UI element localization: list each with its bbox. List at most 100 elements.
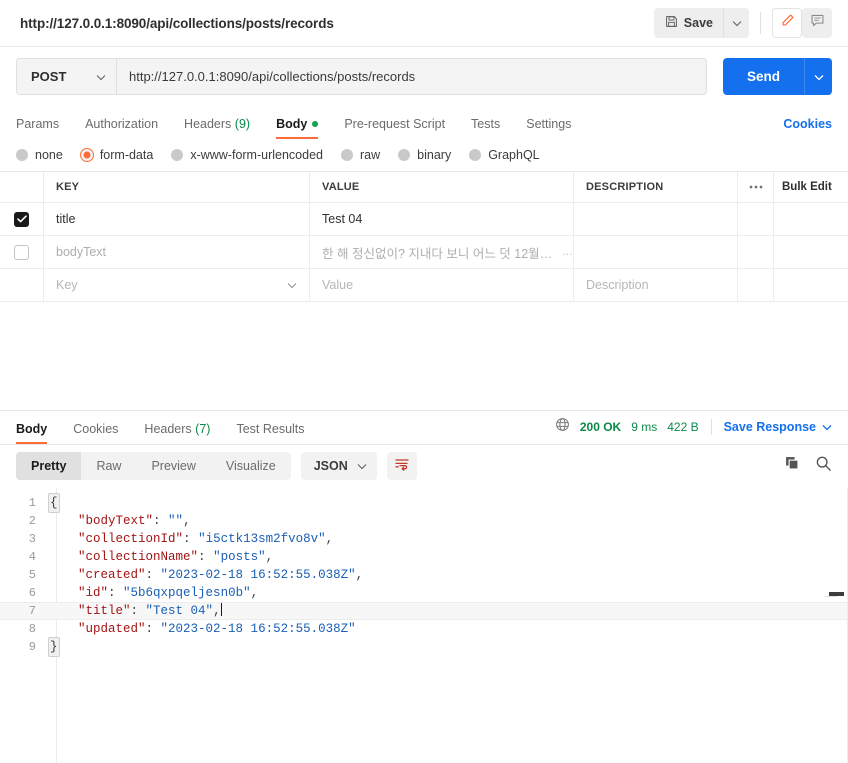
- view-mode-pretty[interactable]: Pretty: [16, 452, 82, 480]
- response-format-select[interactable]: JSON: [300, 452, 377, 480]
- postman-window: http://127.0.0.1:8090/api/collections/po…: [0, 0, 848, 763]
- new-row-spacer: [738, 269, 774, 301]
- body-type-x-www-form-urlencoded[interactable]: x-www-form-urlencoded: [171, 148, 323, 162]
- body-type-none-label: none: [35, 148, 63, 162]
- tab-params[interactable]: Params: [16, 117, 59, 139]
- response-meta: 200 OK 9 ms 422 B Save Response: [555, 417, 832, 444]
- json-key: "bodyText": [78, 513, 154, 528]
- new-row-key-input[interactable]: Key: [44, 269, 310, 301]
- radio-icon: [469, 149, 482, 161]
- url-input[interactable]: http://127.0.0.1:8090/api/collections/po…: [116, 58, 707, 95]
- save-button-label: Save: [683, 16, 713, 30]
- http-method-label: POST: [31, 69, 67, 84]
- json-comma: ,: [265, 549, 274, 564]
- json-value: "": [168, 513, 184, 528]
- code-line-highlighted: 7 "title": "Test 04",: [0, 601, 848, 620]
- http-method-select[interactable]: POST: [16, 58, 116, 95]
- tab-settings[interactable]: Settings: [526, 117, 571, 139]
- response-tab-headers[interactable]: Headers (7): [144, 422, 210, 444]
- tab-authorization[interactable]: Authorization: [85, 117, 158, 139]
- send-button[interactable]: Send: [722, 58, 804, 95]
- row-key-bodytext[interactable]: bodyText: [44, 236, 310, 268]
- row-checkbox-title[interactable]: [0, 203, 44, 235]
- tab-pre-request-script[interactable]: Pre-request Script: [344, 117, 445, 139]
- column-header-description: DESCRIPTION: [574, 172, 738, 202]
- tab-headers-label: Headers: [184, 117, 232, 131]
- json-value: "2023-02-18 16:52:55.038Z": [160, 621, 356, 636]
- response-tab-test-results[interactable]: Test Results: [236, 422, 304, 444]
- body-type-none[interactable]: none: [16, 148, 63, 162]
- checkbox-unchecked-icon: [14, 244, 29, 260]
- table-header-row: KEY VALUE DESCRIPTION Bulk Edit: [0, 172, 848, 203]
- row-value-bodytext[interactable]: 한 해 정신없이? 지내다 보니 어느 덧 12월도 22... …: [310, 236, 574, 268]
- json-key: "title": [78, 603, 131, 618]
- bulk-edit-button[interactable]: Bulk Edit: [774, 172, 848, 202]
- table-options-button[interactable]: [738, 172, 774, 202]
- json-close-brace[interactable]: }: [48, 636, 60, 657]
- save-dropdown-button[interactable]: [723, 8, 749, 38]
- pencil-icon: [780, 13, 795, 33]
- body-type-raw[interactable]: raw: [341, 148, 380, 162]
- body-type-binary[interactable]: binary: [398, 148, 451, 162]
- word-wrap-button[interactable]: [386, 452, 417, 480]
- new-row-value-input[interactable]: Value: [310, 269, 574, 301]
- row-checkbox-bodytext[interactable]: [0, 236, 44, 268]
- tab-headers[interactable]: Headers (9): [184, 117, 250, 139]
- json-comma: ,: [355, 567, 364, 582]
- globe-icon[interactable]: [555, 417, 570, 437]
- chevron-down-icon: [96, 68, 106, 86]
- tab-pre-request-script-label: Pre-request Script: [344, 117, 446, 131]
- code-line: 3 "collectionId": "i5ctk13sm2fvo8v",: [0, 530, 848, 548]
- response-body-viewer[interactable]: 1 { 2 "bodyText": "", 3 "collectionId": …: [0, 487, 848, 763]
- row-value-title[interactable]: Test 04: [310, 203, 574, 235]
- code-scrollbar-thumb[interactable]: [829, 591, 844, 596]
- view-mode-raw[interactable]: Raw: [81, 452, 136, 480]
- radio-icon: [171, 149, 184, 161]
- new-row-actions: [774, 269, 848, 301]
- response-tab-body[interactable]: Body: [16, 422, 48, 444]
- code-line: 4 "collectionName": "posts",: [0, 548, 848, 566]
- view-mode-preview[interactable]: Preview: [136, 452, 210, 480]
- line-number: 7: [28, 603, 36, 618]
- table-row: title Test 04: [0, 203, 848, 236]
- copy-icon[interactable]: [784, 455, 801, 477]
- new-row-description-input[interactable]: Description: [574, 269, 738, 301]
- comment-request-button[interactable]: [802, 8, 832, 38]
- header-divider: [760, 12, 761, 34]
- tab-body[interactable]: Body: [276, 117, 319, 139]
- chevron-down-icon: [814, 68, 824, 86]
- line-content: {: [48, 492, 60, 513]
- search-icon[interactable]: [815, 455, 832, 477]
- edit-request-button[interactable]: [772, 8, 802, 38]
- row-key-title[interactable]: title: [44, 203, 310, 235]
- save-button[interactable]: Save: [654, 8, 723, 38]
- json-colon: :: [198, 549, 214, 564]
- view-mode-visualize[interactable]: Visualize: [211, 452, 291, 480]
- row-description-title[interactable]: [574, 203, 738, 235]
- tab-tests[interactable]: Tests: [471, 117, 500, 139]
- code-line: 6 "id": "5b6qxpqeljesn0b",: [0, 584, 848, 602]
- new-row-key-wrap: Key: [56, 278, 309, 292]
- row-value-bodytext-text: 한 해 정신없이? 지내다 보니 어느 덧 12월도 22...: [322, 246, 558, 261]
- json-open-brace[interactable]: {: [48, 492, 60, 513]
- row-value-bodytext-wrap: 한 해 정신없이? 지내다 보니 어느 덧 12월도 22... …: [322, 243, 573, 262]
- line-number: 4: [28, 549, 36, 564]
- response-tab-cookies[interactable]: Cookies: [73, 422, 118, 444]
- cookies-link[interactable]: Cookies: [783, 117, 832, 139]
- response-toolbar: Pretty Raw Preview Visualize JSON: [0, 443, 848, 488]
- tab-params-label: Params: [16, 117, 60, 131]
- json-comma: ,: [250, 585, 259, 600]
- tab-body-label: Body: [276, 117, 308, 131]
- send-dropdown-button[interactable]: [804, 58, 832, 95]
- save-response-button[interactable]: Save Response: [724, 420, 832, 434]
- tab-tests-label: Tests: [471, 117, 501, 131]
- json-colon: :: [130, 603, 146, 618]
- body-type-binary-label: binary: [417, 148, 452, 162]
- body-type-graphql[interactable]: GraphQL: [469, 148, 540, 162]
- json-colon: :: [153, 513, 169, 528]
- json-value: "posts": [213, 549, 266, 564]
- row-description-bodytext[interactable]: [574, 236, 738, 268]
- body-type-form-data[interactable]: form-data: [80, 148, 153, 162]
- response-size: 422 B: [667, 419, 699, 434]
- column-header-key: KEY: [44, 172, 310, 202]
